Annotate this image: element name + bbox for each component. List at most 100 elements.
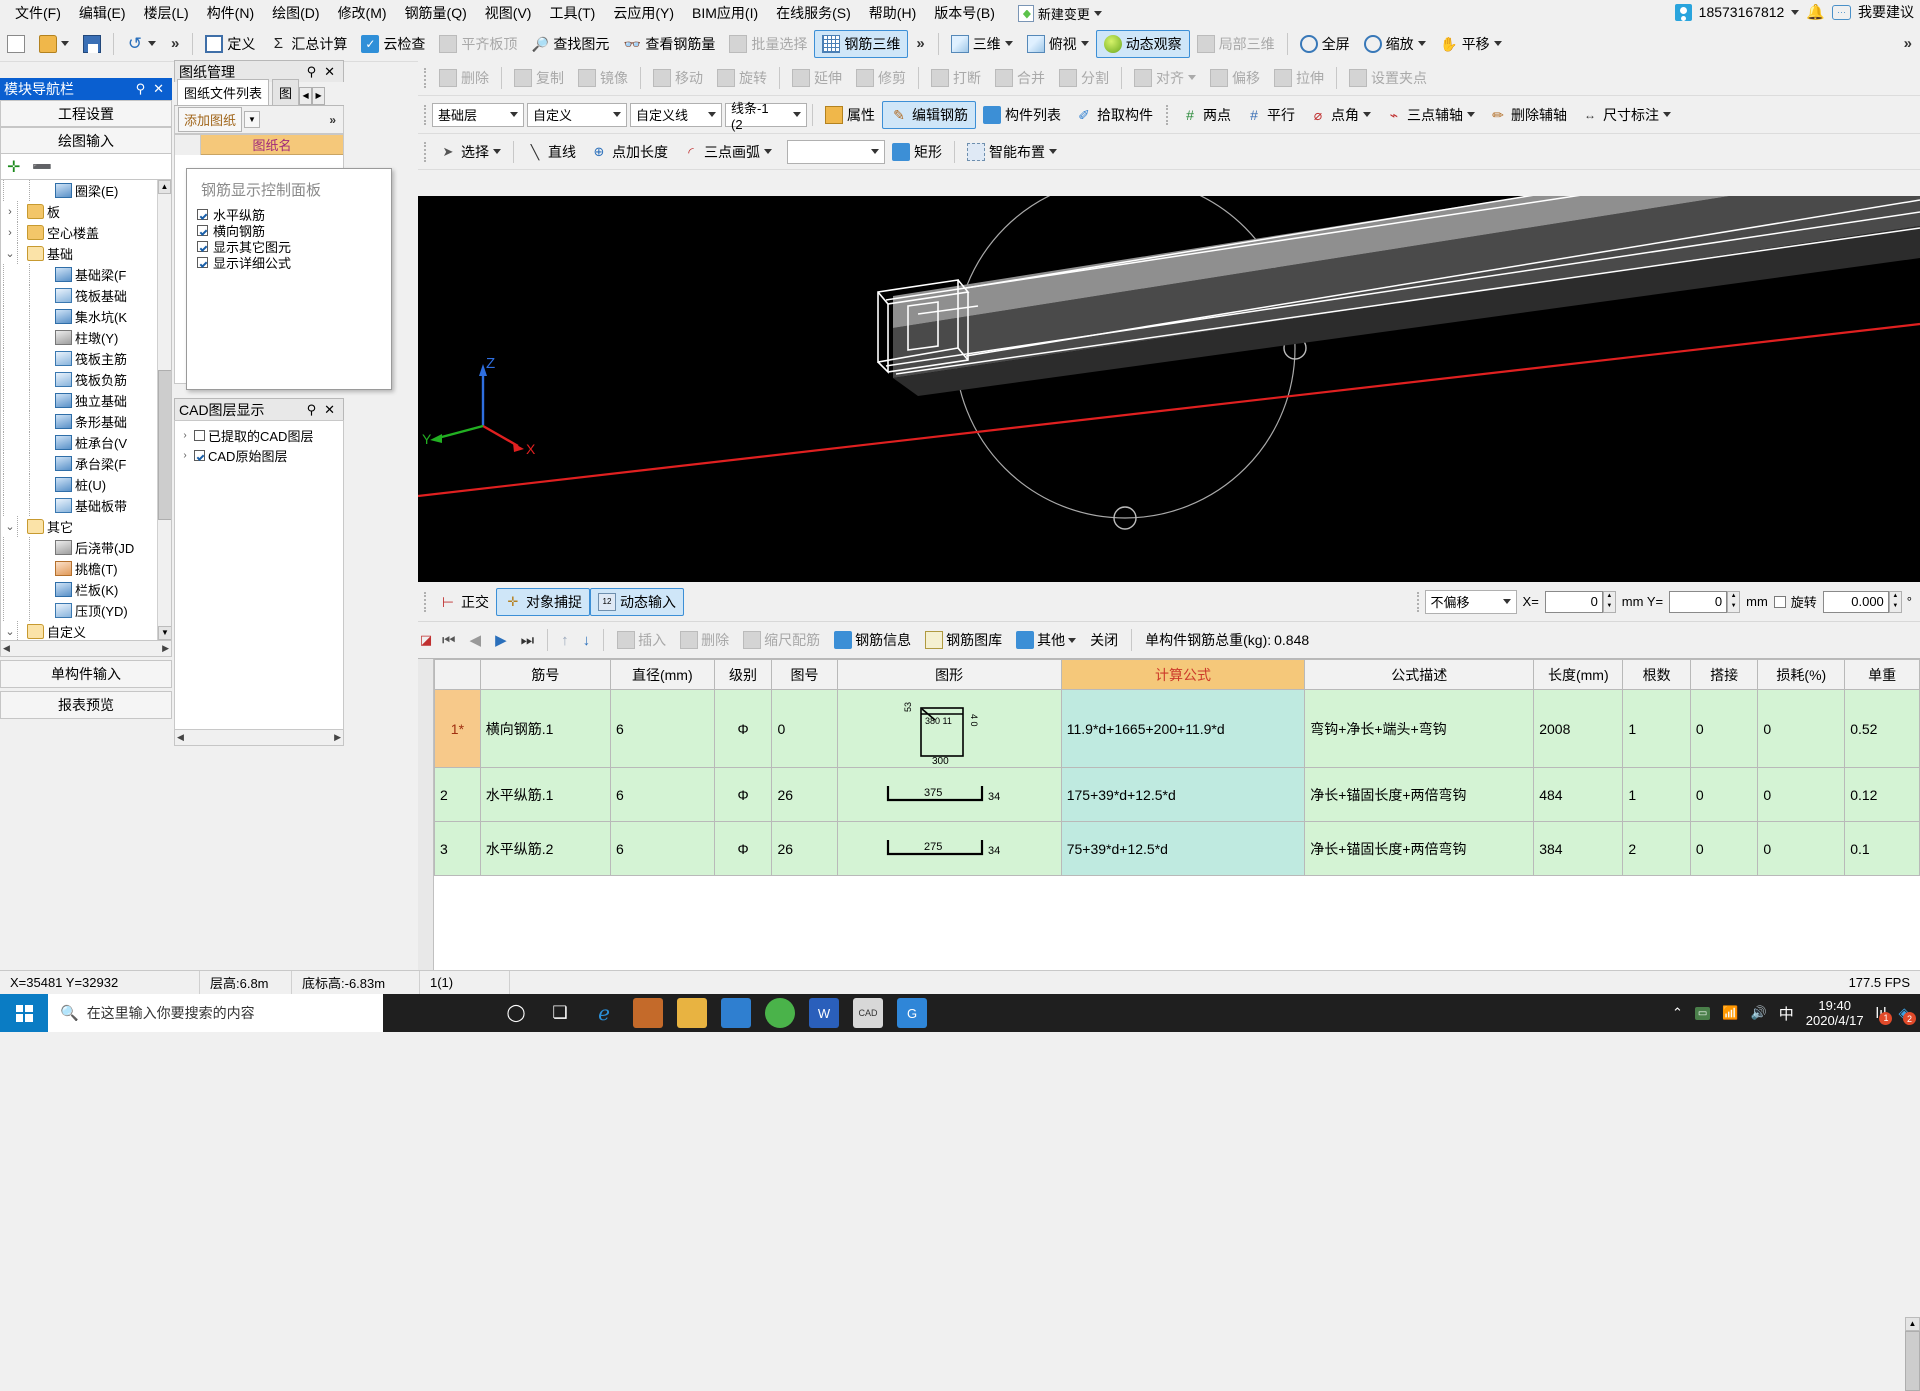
col-header-rebar-no[interactable]: 筋号 bbox=[479, 659, 611, 690]
menu-item-file[interactable]: 文件(F) bbox=[6, 0, 70, 26]
menu-item-rebar-qty[interactable]: 钢筋量(Q) bbox=[396, 0, 476, 26]
rotate-spinner-down-icon[interactable]: ▼ bbox=[1890, 602, 1901, 612]
split-button[interactable]: 分割 bbox=[1052, 65, 1116, 91]
dynamic-orbit-button[interactable]: 动态观察 bbox=[1095, 29, 1190, 58]
cell-unit-weight[interactable]: 0.52 bbox=[1844, 689, 1920, 768]
col-header-blank[interactable] bbox=[434, 659, 481, 690]
cell-formula[interactable]: 11.9*d+1665+200+11.9*d bbox=[1060, 689, 1306, 768]
save-button[interactable] bbox=[76, 32, 108, 56]
tree-item-column-pier[interactable]: 柱墩(Y) bbox=[1, 327, 157, 348]
tree-item-sump[interactable]: 集水坑(K bbox=[1, 306, 157, 327]
edit-rebar-button[interactable]: ✎ 编辑钢筋 bbox=[882, 100, 976, 129]
tree-horizontal-scrollbar[interactable]: ◀ ▶ bbox=[0, 641, 172, 657]
tray-monitor-icon[interactable]: ▭ bbox=[1694, 1006, 1711, 1020]
floor-chevron-down-icon[interactable] bbox=[510, 112, 518, 117]
ime-indicator[interactable]: 中 bbox=[1779, 1003, 1794, 1024]
checkbox-show-detail-formula[interactable]: 显示详细公式 bbox=[187, 254, 391, 271]
col-header-length[interactable]: 长度(mm) bbox=[1533, 659, 1624, 690]
select-chevron-down-icon[interactable] bbox=[493, 149, 501, 154]
cell-shape[interactable]: 53 380 11 4 0 300 bbox=[836, 689, 1062, 768]
cell-shape-no[interactable]: 26 bbox=[771, 821, 838, 876]
cell-grade[interactable]: Φ bbox=[713, 821, 773, 876]
edge-browser-icon[interactable]: ℯ bbox=[589, 998, 619, 1028]
cell-unit-weight[interactable]: 0.1 bbox=[1844, 821, 1920, 876]
rotate-checkbox[interactable] bbox=[1773, 595, 1786, 608]
chevron-down-icon[interactable] bbox=[1093, 10, 1102, 16]
cell-formula-desc[interactable]: 净长+锚固长度+两倍弯钩 bbox=[1304, 821, 1535, 876]
dimension-chevron-down-icon[interactable] bbox=[1663, 112, 1671, 117]
tab-scroll-right-icon[interactable]: ▶ bbox=[312, 87, 326, 105]
collapse-chevron-icon[interactable]: ⌄ bbox=[3, 520, 17, 533]
menu-item-bim-app[interactable]: BIM应用(I) bbox=[683, 0, 767, 26]
store-icon[interactable] bbox=[633, 998, 663, 1028]
undo-chevron-down-icon[interactable] bbox=[148, 41, 156, 46]
x-spinner-down-icon[interactable]: ▼ bbox=[1604, 602, 1615, 612]
open-button[interactable] bbox=[32, 32, 76, 56]
delete-button[interactable]: 删除 bbox=[432, 65, 496, 91]
cell-lap[interactable]: 0 bbox=[1689, 689, 1759, 768]
table-row[interactable]: 2 水平纵筋.1 6 Φ 26 375 34 175+39*d+12.5*d 净… bbox=[434, 767, 1920, 822]
cad-expand-chevron-icon[interactable]: › bbox=[179, 430, 191, 441]
cell-diameter[interactable]: 6 bbox=[609, 821, 715, 876]
menu-item-online-service[interactable]: 在线服务(S) bbox=[767, 0, 860, 26]
draw-mode-select[interactable] bbox=[787, 139, 885, 164]
find-element-button[interactable]: 🔎 查找图元 bbox=[524, 31, 616, 57]
smart-layout-chevron-down-icon[interactable] bbox=[1049, 149, 1057, 154]
add-icon[interactable]: ✛ bbox=[7, 157, 20, 177]
expand-chevron-icon[interactable]: › bbox=[3, 227, 17, 239]
cell-grade[interactable]: Φ bbox=[713, 689, 773, 768]
menu-item-help[interactable]: 帮助(H) bbox=[860, 0, 925, 26]
tree-item-pile-cap[interactable]: 桩承台(V bbox=[1, 432, 157, 453]
draw-mode-chevron-down-icon[interactable] bbox=[871, 149, 879, 154]
cell-length[interactable]: 384 bbox=[1533, 821, 1624, 876]
pin-icon[interactable]: ⚲ bbox=[132, 81, 150, 97]
tray-app-1[interactable]: lıl 1 bbox=[1876, 1005, 1893, 1025]
offset-mode-select[interactable]: 不偏移 bbox=[1424, 589, 1517, 614]
cell-shape[interactable]: 375 34 bbox=[836, 767, 1062, 822]
table-row[interactable]: 1* 横向钢筋.1 6 Φ 0 53 380 11 4 0 300 11.9*d… bbox=[434, 689, 1920, 768]
cad-pin-icon[interactable]: ⚲ bbox=[303, 402, 321, 418]
menu-item-modify[interactable]: 修改(M) bbox=[329, 0, 396, 26]
cell-count[interactable]: 1 bbox=[1622, 689, 1691, 768]
cell-row-no[interactable]: 1* bbox=[434, 689, 481, 768]
zoom-button[interactable]: 缩放 bbox=[1357, 31, 1433, 57]
y-spinner-up-icon[interactable]: ▲ bbox=[1728, 592, 1739, 602]
tree-item-raft-main-rebar[interactable]: 筏板主筋 bbox=[1, 348, 157, 369]
nav-down-button[interactable]: ↓ bbox=[577, 632, 597, 649]
rotate-input[interactable] bbox=[1822, 590, 1889, 613]
rebar-table-container[interactable]: 筋号 直径(mm) 级别 图号 图形 计算公式 公式描述 长度(mm) 根数 搭… bbox=[418, 658, 1920, 1391]
remove-icon[interactable]: ➖ bbox=[32, 157, 52, 177]
rebar-table[interactable]: 筋号 直径(mm) 级别 图号 图形 计算公式 公式描述 长度(mm) 根数 搭… bbox=[434, 659, 1920, 876]
single-component-input-button[interactable]: 单构件输入 bbox=[0, 660, 172, 688]
parallel-axis-button[interactable]: # 平行 bbox=[1238, 102, 1302, 128]
nav-prev-button[interactable]: ◀ bbox=[464, 631, 488, 649]
rebar-display-control-panel[interactable]: 钢筋显示控制面板 水平纵筋 横向钢筋 显示其它图元 显示详细公式 bbox=[186, 168, 392, 390]
taskbar-search-box[interactable]: 🔍 在这里输入你要搜索的内容 bbox=[48, 994, 383, 1032]
y-spinner-down-icon[interactable]: ▼ bbox=[1728, 602, 1739, 612]
cell-rebar-name[interactable]: 水平纵筋.2 bbox=[479, 821, 611, 876]
offset-button[interactable]: 偏移 bbox=[1203, 65, 1267, 91]
menu-item-tools[interactable]: 工具(T) bbox=[540, 0, 604, 26]
new-doc-button[interactable] bbox=[0, 32, 32, 56]
pan-chevron-down-icon[interactable] bbox=[1493, 41, 1502, 46]
rectangle-tool-button[interactable]: 矩形 bbox=[885, 139, 949, 165]
pan-button[interactable]: ✋ 平移 bbox=[1433, 31, 1509, 57]
cell-loss[interactable]: 0 bbox=[1757, 767, 1846, 822]
account-chevron-down-icon[interactable] bbox=[1791, 9, 1800, 15]
floor-select[interactable]: 基础层 bbox=[432, 102, 524, 127]
tray-expand-icon[interactable]: ⌃ bbox=[1672, 1005, 1683, 1021]
trim-button[interactable]: 修剪 bbox=[849, 65, 913, 91]
tree-item-strip-foundation[interactable]: 条形基础 bbox=[1, 411, 157, 432]
merge-button[interactable]: 合并 bbox=[988, 65, 1052, 91]
smart-layout-button[interactable]: 智能布置 bbox=[960, 139, 1064, 165]
cell-count[interactable]: 2 bbox=[1622, 821, 1691, 876]
word-icon[interactable]: W bbox=[809, 998, 839, 1028]
zoom-chevron-down-icon[interactable] bbox=[1417, 41, 1426, 46]
cell-formula-desc[interactable]: 净长+锚固长度+两倍弯钩 bbox=[1304, 767, 1535, 822]
cad-extracted-checkbox[interactable] bbox=[194, 429, 205, 441]
rebar-3d-button[interactable]: 钢筋三维 bbox=[814, 29, 909, 58]
cell-length[interactable]: 2008 bbox=[1533, 689, 1624, 768]
col-header-formula[interactable]: 计算公式 bbox=[1060, 659, 1306, 690]
suggestion-label[interactable]: 我要建议 bbox=[1858, 2, 1914, 22]
scroll-right-icon[interactable]: ▶ bbox=[162, 643, 169, 654]
